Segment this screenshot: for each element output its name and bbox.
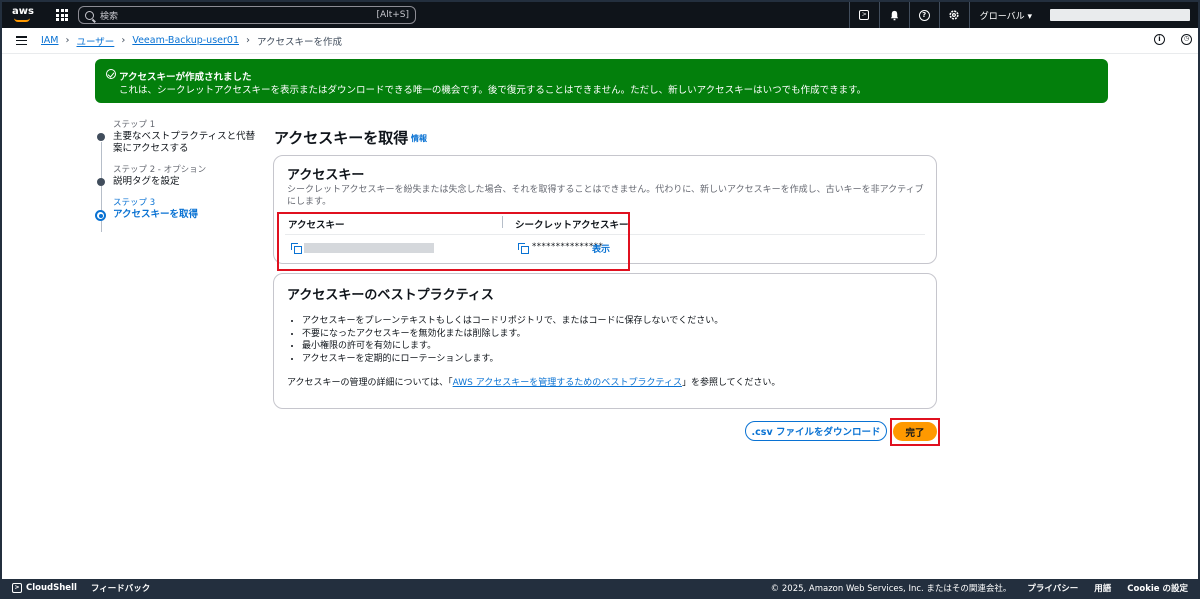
flash-title: アクセスキーが作成されました — [119, 72, 252, 83]
search-placeholder: 検索 — [100, 11, 119, 22]
aws-logo-text: aws — [12, 6, 34, 17]
step-3: ステップ 3 アクセスキーを取得 — [94, 198, 264, 221]
footer: > CloudShell フィードバック © 2025, Amazon Web … — [2, 579, 1198, 597]
done-button[interactable]: 完了 — [893, 422, 937, 441]
search-icon — [85, 10, 94, 20]
cloudshell-label: CloudShell — [26, 583, 77, 593]
cloudshell-icon[interactable]: > — [848, 2, 879, 28]
chevron-right-icon: › — [121, 35, 126, 46]
step-label: ステップ 1 — [113, 120, 156, 130]
help-icon[interactable]: ? — [908, 2, 939, 28]
account-menu[interactable] — [1050, 9, 1190, 21]
chevron-right-icon: › — [65, 35, 70, 46]
info-panel-icon[interactable]: i — [1154, 34, 1165, 45]
breadcrumb-bar: IAM › ユーザー › Veeam-Backup-user01 › アクセスキ… — [2, 28, 1198, 54]
download-csv-button[interactable]: .csv ファイルをダウンロード — [745, 421, 887, 441]
cookie-settings-link[interactable]: Cookie の設定 — [1127, 582, 1188, 594]
more-info-prefix: アクセスキーの管理の詳細については、「 — [287, 378, 453, 388]
terms-link[interactable]: 用語 — [1094, 582, 1111, 594]
cloudshell-icon: > — [12, 583, 22, 593]
best-practices-list: アクセスキーをプレーンテキストもしくはコードリポジトリで、またはコードに保存しな… — [302, 315, 723, 365]
card-description: シークレットアクセスキーを紛失または失念した場合、それを取得することはできません… — [287, 185, 924, 207]
copyright-text: © 2025, Amazon Web Services, Inc. またはその関… — [770, 584, 1012, 594]
privacy-link[interactable]: プライバシー — [1027, 582, 1078, 594]
success-flash: アクセスキーが作成されました これは、シークレットアクセスキーを表示またはダウン… — [95, 59, 1108, 103]
card-heading: アクセスキー — [287, 168, 365, 183]
feedback-link[interactable]: フィードバック — [91, 582, 150, 594]
step-dot-icon — [97, 178, 105, 186]
list-item: アクセスキーを定期的にローテーションします。 — [302, 353, 723, 366]
cloudshell-button[interactable]: > CloudShell — [12, 583, 77, 593]
region-selector[interactable]: グローバル ▾ — [968, 2, 1042, 28]
highlight-box-keys — [277, 212, 630, 271]
search-shortcut: [Alt+S] — [376, 10, 409, 20]
best-practices-card: アクセスキーのベストプラクティス アクセスキーをプレーンテキストもしくはコードリ… — [273, 273, 937, 409]
step-2[interactable]: ステップ 2 - オプション 説明タグを設定 — [94, 165, 264, 188]
bell-icon[interactable] — [878, 2, 909, 28]
step-name: 主要なベストプラクティスと代替案にアクセスする — [113, 131, 256, 154]
flash-message: これは、シークレットアクセスキーを表示またはダウンロードできる唯一の機会です。後… — [119, 85, 867, 96]
more-info-text: アクセスキーの管理の詳細については、「AWS アクセスキーを管理するためのベスト… — [287, 375, 780, 388]
menu-icon[interactable] — [16, 36, 27, 45]
step-1[interactable]: ステップ 1 主要なベストプラクティスと代替案にアクセスする — [94, 120, 264, 155]
search-input[interactable]: 検索 [Alt+S] — [78, 6, 416, 24]
step-label: ステップ 2 - オプション — [113, 165, 207, 175]
breadcrumb: IAM › ユーザー › Veeam-Backup-user01 › アクセスキ… — [41, 34, 342, 48]
best-practices-link[interactable]: AWS アクセスキーを管理するためのベストプラクティス — [453, 378, 682, 388]
breadcrumb-users[interactable]: ユーザー — [77, 34, 115, 48]
breadcrumb-iam[interactable]: IAM — [41, 35, 59, 46]
breadcrumb-user[interactable]: Veeam-Backup-user01 — [132, 35, 239, 46]
more-info-suffix: 」を参照してください。 — [681, 378, 781, 388]
settings-icon[interactable] — [938, 2, 969, 28]
list-item: 不要になったアクセスキーを無効化または削除します。 — [302, 328, 723, 341]
breadcrumb-current: アクセスキーを作成 — [257, 36, 343, 48]
chevron-right-icon: › — [246, 35, 250, 46]
step-name: アクセスキーを取得 — [113, 209, 199, 220]
step-name: 説明タグを設定 — [113, 176, 180, 187]
list-item: 最小権限の許可を有効にします。 — [302, 340, 723, 353]
step-label: ステップ 3 — [113, 198, 156, 208]
step-dot-icon — [97, 133, 105, 141]
services-grid-icon[interactable] — [56, 9, 68, 21]
list-item: アクセスキーをプレーンテキストもしくはコードリポジトリで、またはコードに保存しな… — [302, 315, 723, 328]
aws-logo[interactable]: aws — [12, 6, 36, 24]
wizard-steps: ステップ 1 主要なベストプラクティスと代替案にアクセスする ステップ 2 - … — [94, 120, 264, 231]
timer-icon[interactable]: ◷ — [1181, 34, 1192, 45]
info-link[interactable]: 情報 — [411, 133, 427, 144]
check-circle-icon — [106, 69, 116, 79]
top-navigation: aws 検索 [Alt+S] > ? グローバル ▾ — [2, 2, 1198, 28]
page-title: アクセスキーを取得 — [274, 129, 409, 147]
step-current-icon — [95, 210, 106, 221]
card-heading: アクセスキーのベストプラクティス — [287, 288, 494, 303]
